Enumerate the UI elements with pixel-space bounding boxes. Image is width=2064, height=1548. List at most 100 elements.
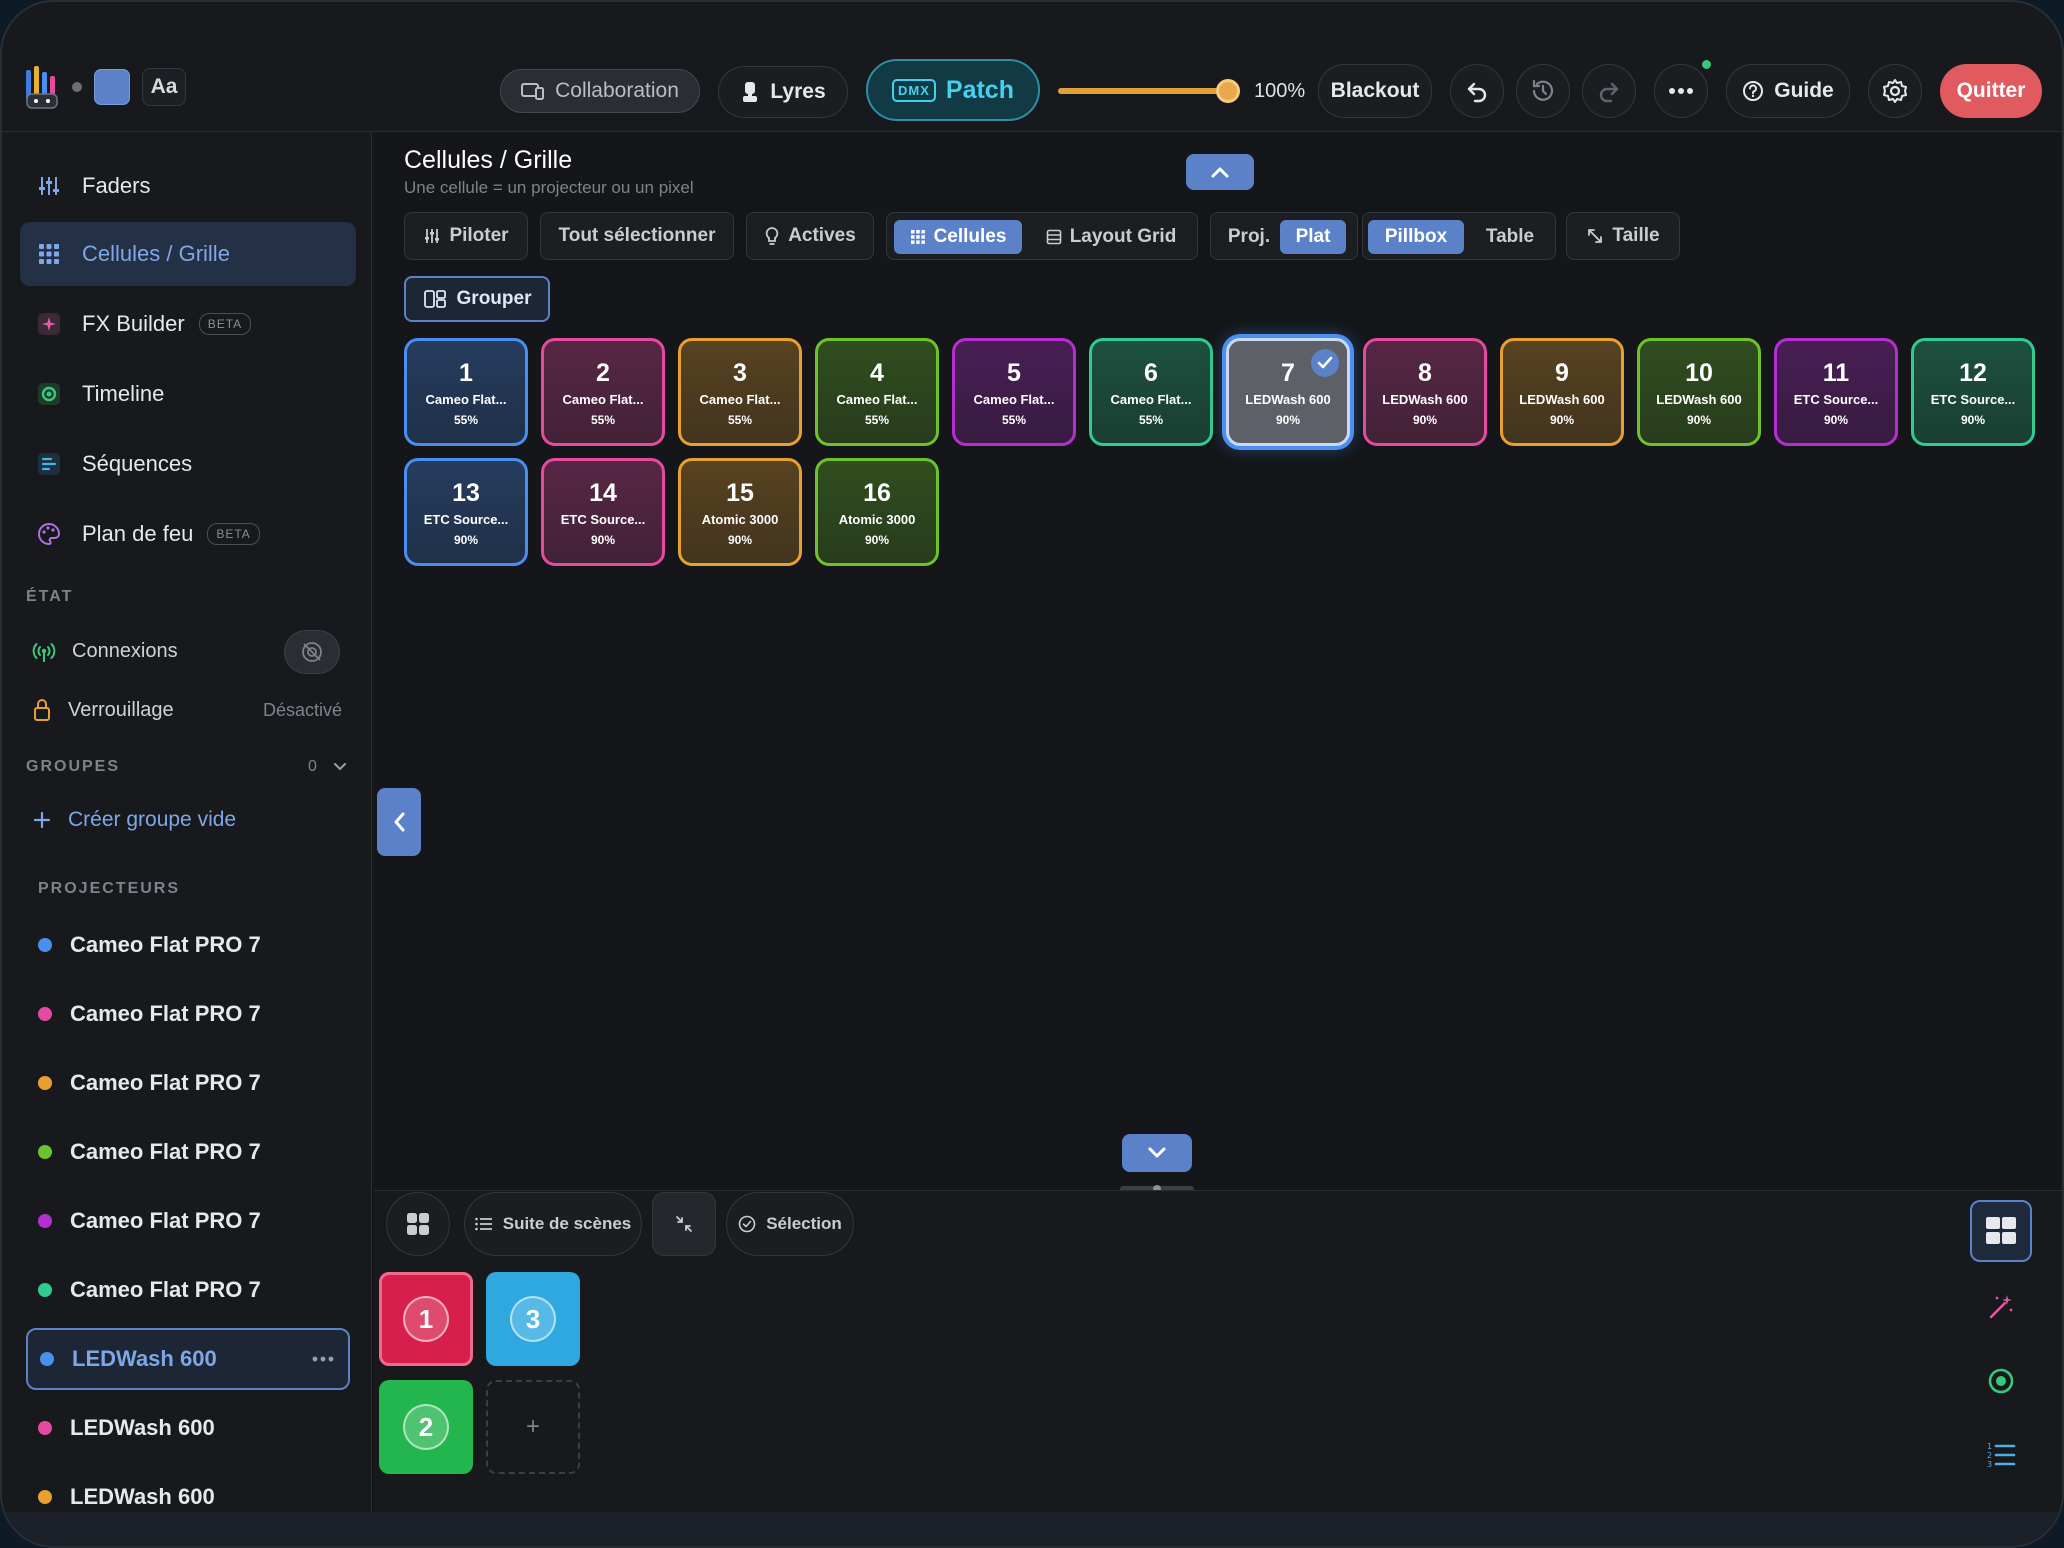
projector-item[interactable]: Cameo Flat PRO 7 [26,1052,350,1114]
proj-mode-tab[interactable]: Proj. [1216,220,1282,254]
groups-count: 0 [308,758,317,775]
projector-name: LEDWash 600 [70,1484,215,1509]
cells-view-tab[interactable]: Cellules [894,220,1022,254]
selection-button[interactable]: Sélection [726,1192,854,1256]
projector-item-selected[interactable]: LEDWash 600 [26,1328,350,1390]
right-tool-rail: 123 [1960,1194,2042,1494]
fixture-cell[interactable]: 4 Cameo Flat... 55% [815,338,939,446]
chevron-down-icon[interactable] [332,760,348,774]
grid-view-button[interactable] [386,1192,450,1256]
check-icon [1311,349,1339,377]
fixture-cell[interactable]: 6 Cameo Flat... 55% [1089,338,1213,446]
history-button[interactable] [1516,64,1570,118]
scene-tile[interactable]: 2 [379,1380,473,1474]
flat-label: Plat [1295,226,1331,247]
flat-mode-tab[interactable]: Plat [1280,220,1346,254]
group-button[interactable]: Grouper [404,276,550,322]
master-slider-track[interactable] [1058,88,1236,94]
scene-suite-label: Suite de scènes [502,1214,632,1233]
collapse-sidebar-button[interactable] [377,788,421,856]
expand-down-button[interactable] [1122,1134,1192,1172]
collapse-up-button[interactable] [1186,154,1254,190]
sequence-tool-button[interactable]: 123 [1970,1424,2032,1486]
projector-item[interactable]: Cameo Flat PRO 7 [26,1121,350,1183]
timeline-icon [36,381,62,407]
devices-icon [521,83,545,100]
cell-model: LEDWash 600 [1656,391,1742,407]
redo-icon [1599,82,1619,103]
fixture-cell[interactable]: 5 Cameo Flat... 55% [952,338,1076,446]
layout-grid-view-tab[interactable]: Layout Grid [1030,220,1192,254]
collaboration-button[interactable]: Collaboration [500,69,700,113]
fixture-cell[interactable]: 16 Atomic 3000 90% [815,458,939,566]
size-button[interactable]: Taille [1566,212,1680,260]
dashboard-view-button[interactable] [1970,1200,2032,1262]
fixture-cell[interactable]: 15 Atomic 3000 90% [678,458,802,566]
select-all-button[interactable]: Tout sélectionner [540,212,734,260]
blackout-button[interactable]: Blackout [1318,64,1432,118]
projector-item[interactable]: LEDWash 600 [26,1397,350,1459]
projector-item[interactable]: Cameo Flat PRO 7 [26,1259,350,1321]
color-swatch-button[interactable] [94,69,130,105]
master-slider-handle[interactable] [1216,79,1240,103]
fx-tool-button[interactable] [1970,1276,2032,1338]
shrink-button[interactable] [652,1192,716,1256]
table-style-tab[interactable]: Table [1470,220,1550,254]
cell-model: Atomic 3000 [838,511,916,527]
pillbox-style-tab[interactable]: Pillbox [1368,220,1464,254]
fixture-cell[interactable]: 2 Cameo Flat... 55% [541,338,665,446]
selection-label: Sélection [766,1214,842,1233]
top-bar: Aa Collaboration Lyres DMX Patch 100% Bl… [2,2,2062,132]
create-group-button[interactable]: Créer groupe vide [32,808,342,832]
fixture-cell[interactable]: 12 ETC Source... 90% [1911,338,2035,446]
nav-faders[interactable]: Faders [20,154,356,218]
cell-model: Cameo Flat... [699,391,781,407]
projector-item[interactable]: Cameo Flat PRO 7 [26,983,350,1045]
projector-item[interactable]: Cameo Flat PRO 7 [26,914,350,976]
more-dots-icon[interactable] [312,1356,334,1362]
more-button[interactable] [1654,64,1708,118]
nav-cells-grid[interactable]: Cellules / Grille [20,222,356,286]
fixture-cell[interactable]: 10 LEDWash 600 90% [1637,338,1761,446]
lock-row[interactable]: Verrouillage Désactivé [32,698,342,722]
cell-level: 55% [453,412,479,427]
fixture-cell[interactable]: 3 Cameo Flat... 55% [678,338,802,446]
fixture-cell-selected[interactable]: 7 LEDWash 600 90% [1226,338,1350,446]
patch-button[interactable]: DMX Patch [866,59,1040,121]
scene-tile[interactable]: 3 [486,1272,580,1366]
fixture-cell[interactable]: 11 ETC Source... 90% [1774,338,1898,446]
nav-lighting-plan[interactable]: Plan de feu BETA [20,502,356,566]
undo-button[interactable] [1450,64,1504,118]
nav-timeline[interactable]: Timeline [20,362,356,426]
nav-fx-builder[interactable]: FX Builder BETA [20,292,356,356]
lock-label: Verrouillage [68,698,174,721]
pilot-button[interactable]: Piloter [404,212,528,260]
fixture-cell[interactable]: 14 ETC Source... 90% [541,458,665,566]
cell-level: 55% [864,412,890,427]
fixture-cell[interactable]: 9 LEDWash 600 90% [1500,338,1624,446]
guide-label: Guide [1774,79,1834,102]
resize-icon [1588,229,1603,243]
connections-toggle[interactable] [284,630,340,674]
nav-sequences[interactable]: Séquences [20,432,356,496]
add-scene-button[interactable]: + [486,1380,580,1474]
guide-button[interactable]: Guide [1726,64,1850,118]
fixture-cell[interactable]: 1 Cameo Flat... 55% [404,338,528,446]
cell-level: 90% [1412,412,1438,427]
target-icon [1988,1368,2014,1394]
scene-suite-button[interactable]: Suite de scènes [464,1192,642,1256]
fixture-cell[interactable]: 8 LEDWash 600 90% [1363,338,1487,446]
quit-button[interactable]: Quitter [1940,64,2042,118]
fixture-cell[interactable]: 13 ETC Source... 90% [404,458,528,566]
timeline-tool-button[interactable] [1970,1350,2032,1412]
font-size-button[interactable]: Aa [142,68,186,106]
lyres-button[interactable]: Lyres [718,66,848,118]
scene-tile[interactable]: 1 [379,1272,473,1366]
app-logo [24,64,60,110]
cell-level: 90% [1960,412,1986,427]
settings-button[interactable] [1868,64,1922,118]
projector-item[interactable]: Cameo Flat PRO 7 [26,1190,350,1252]
active-filter-button[interactable]: Actives [746,212,874,260]
redo-button[interactable] [1582,64,1636,118]
cell-level: 55% [1001,412,1027,427]
